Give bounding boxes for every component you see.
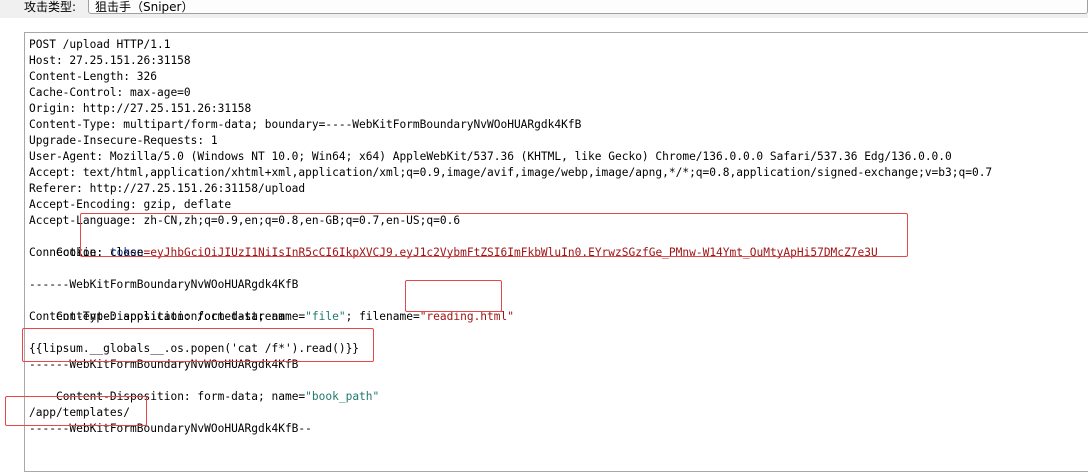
book-path-disposition-line: Content-Disposition: form-data; name="bo… [29,373,379,403]
boundary-line: ------WebKitFormBoundaryNvWOoHUARgdk4KfB [29,278,299,291]
cookie-highlight-box [80,213,908,257]
request-line: POST /upload HTTP/1.1 [29,38,171,51]
attack-type-bar: 攻击类型: 狙击手（Sniper） [0,0,1088,18]
referer-header: Referer: http://27.25.151.26:31158/uploa… [29,182,306,195]
filename-highlight-box [405,280,502,312]
user-agent-header: User-Agent: Mozilla/5.0 (Windows NT 10.0… [29,150,952,163]
part-content-type-line: Content-Type: application/octet-stream [29,310,285,323]
field-name-book-path: "book_path" [305,390,380,403]
accept-encoding-header: Accept-Encoding: gzip, deflate [29,198,232,211]
content-length-header: Content-Length: 326 [29,70,157,83]
host-header: Host: 27.25.151.26:31158 [29,54,191,67]
attack-type-select[interactable]: 狙击手（Sniper） [88,0,1088,14]
cache-control-header: Cache-Control: max-age=0 [29,86,191,99]
origin-header: Origin: http://27.25.151.26:31158 [29,102,252,115]
payload-highlight-box [22,328,374,362]
accept-header: Accept: text/html,application/xhtml+xml,… [29,166,993,179]
content-type-header: Content-Type: multipart/form-data; bound… [29,118,582,131]
upgrade-insecure-header: Upgrade-Insecure-Requests: 1 [29,134,218,147]
field-name-file: "file" [305,310,346,323]
attack-type-label: 攻击类型: [24,0,77,14]
book-path-highlight-box [5,396,147,426]
attack-type-value: 狙击手（Sniper） [95,0,194,14]
